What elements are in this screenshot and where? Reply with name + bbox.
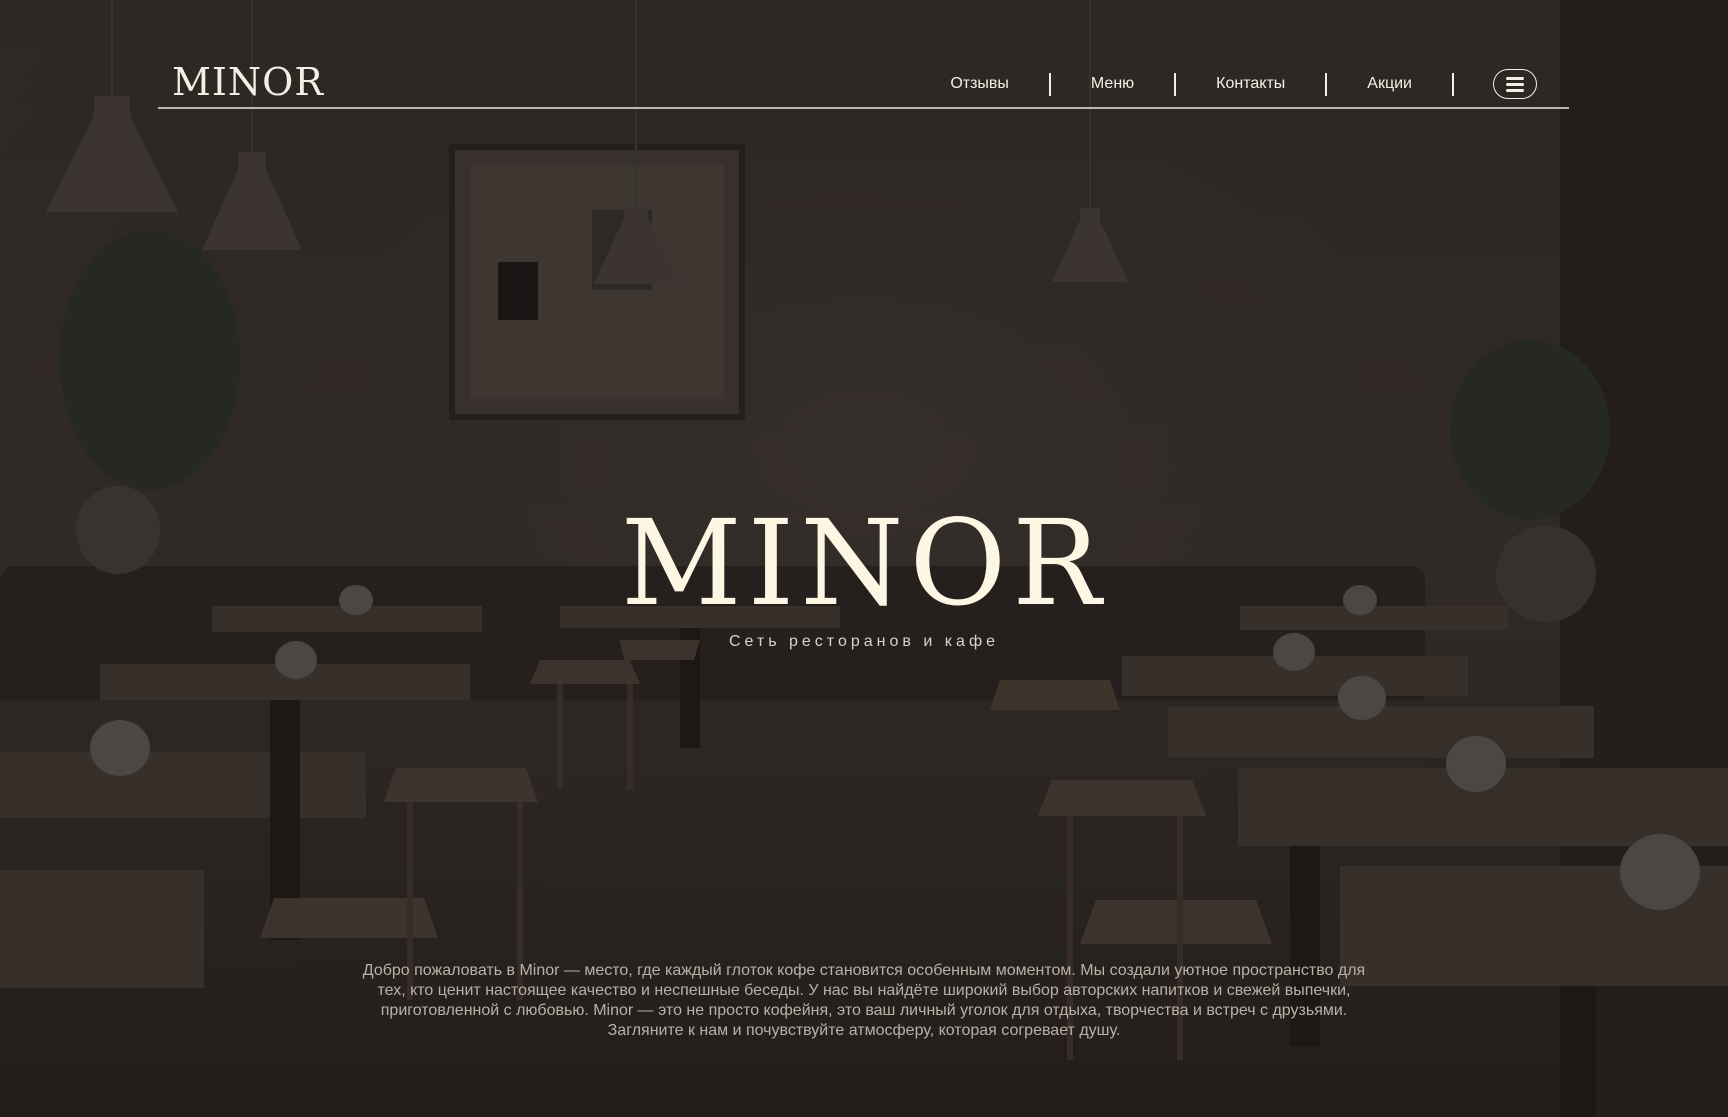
nav-item-promotions[interactable]: Акции [1327,72,1452,96]
nav-item-contacts[interactable]: Контакты [1176,72,1325,96]
nav-item-reviews[interactable]: Отзывы [910,72,1049,96]
hero-subtitle: Сеть ресторанов и кафе [728,633,1000,650]
hamburger-icon [1506,76,1524,92]
menu-button[interactable] [1493,69,1537,99]
nav-divider [1452,72,1454,96]
site-header: MINOR Отзывы Меню Контакты Акции [158,60,1569,108]
main-nav: Отзывы Меню Контакты Акции [910,69,1537,99]
nav-item-menu[interactable]: Меню [1051,72,1174,96]
logo[interactable]: MINOR [172,60,324,104]
header-divider [158,107,1569,109]
hero-title: MINOR [620,494,1108,632]
intro-text: Добро пожаловать в Minor — место, где ка… [362,962,1366,1039]
